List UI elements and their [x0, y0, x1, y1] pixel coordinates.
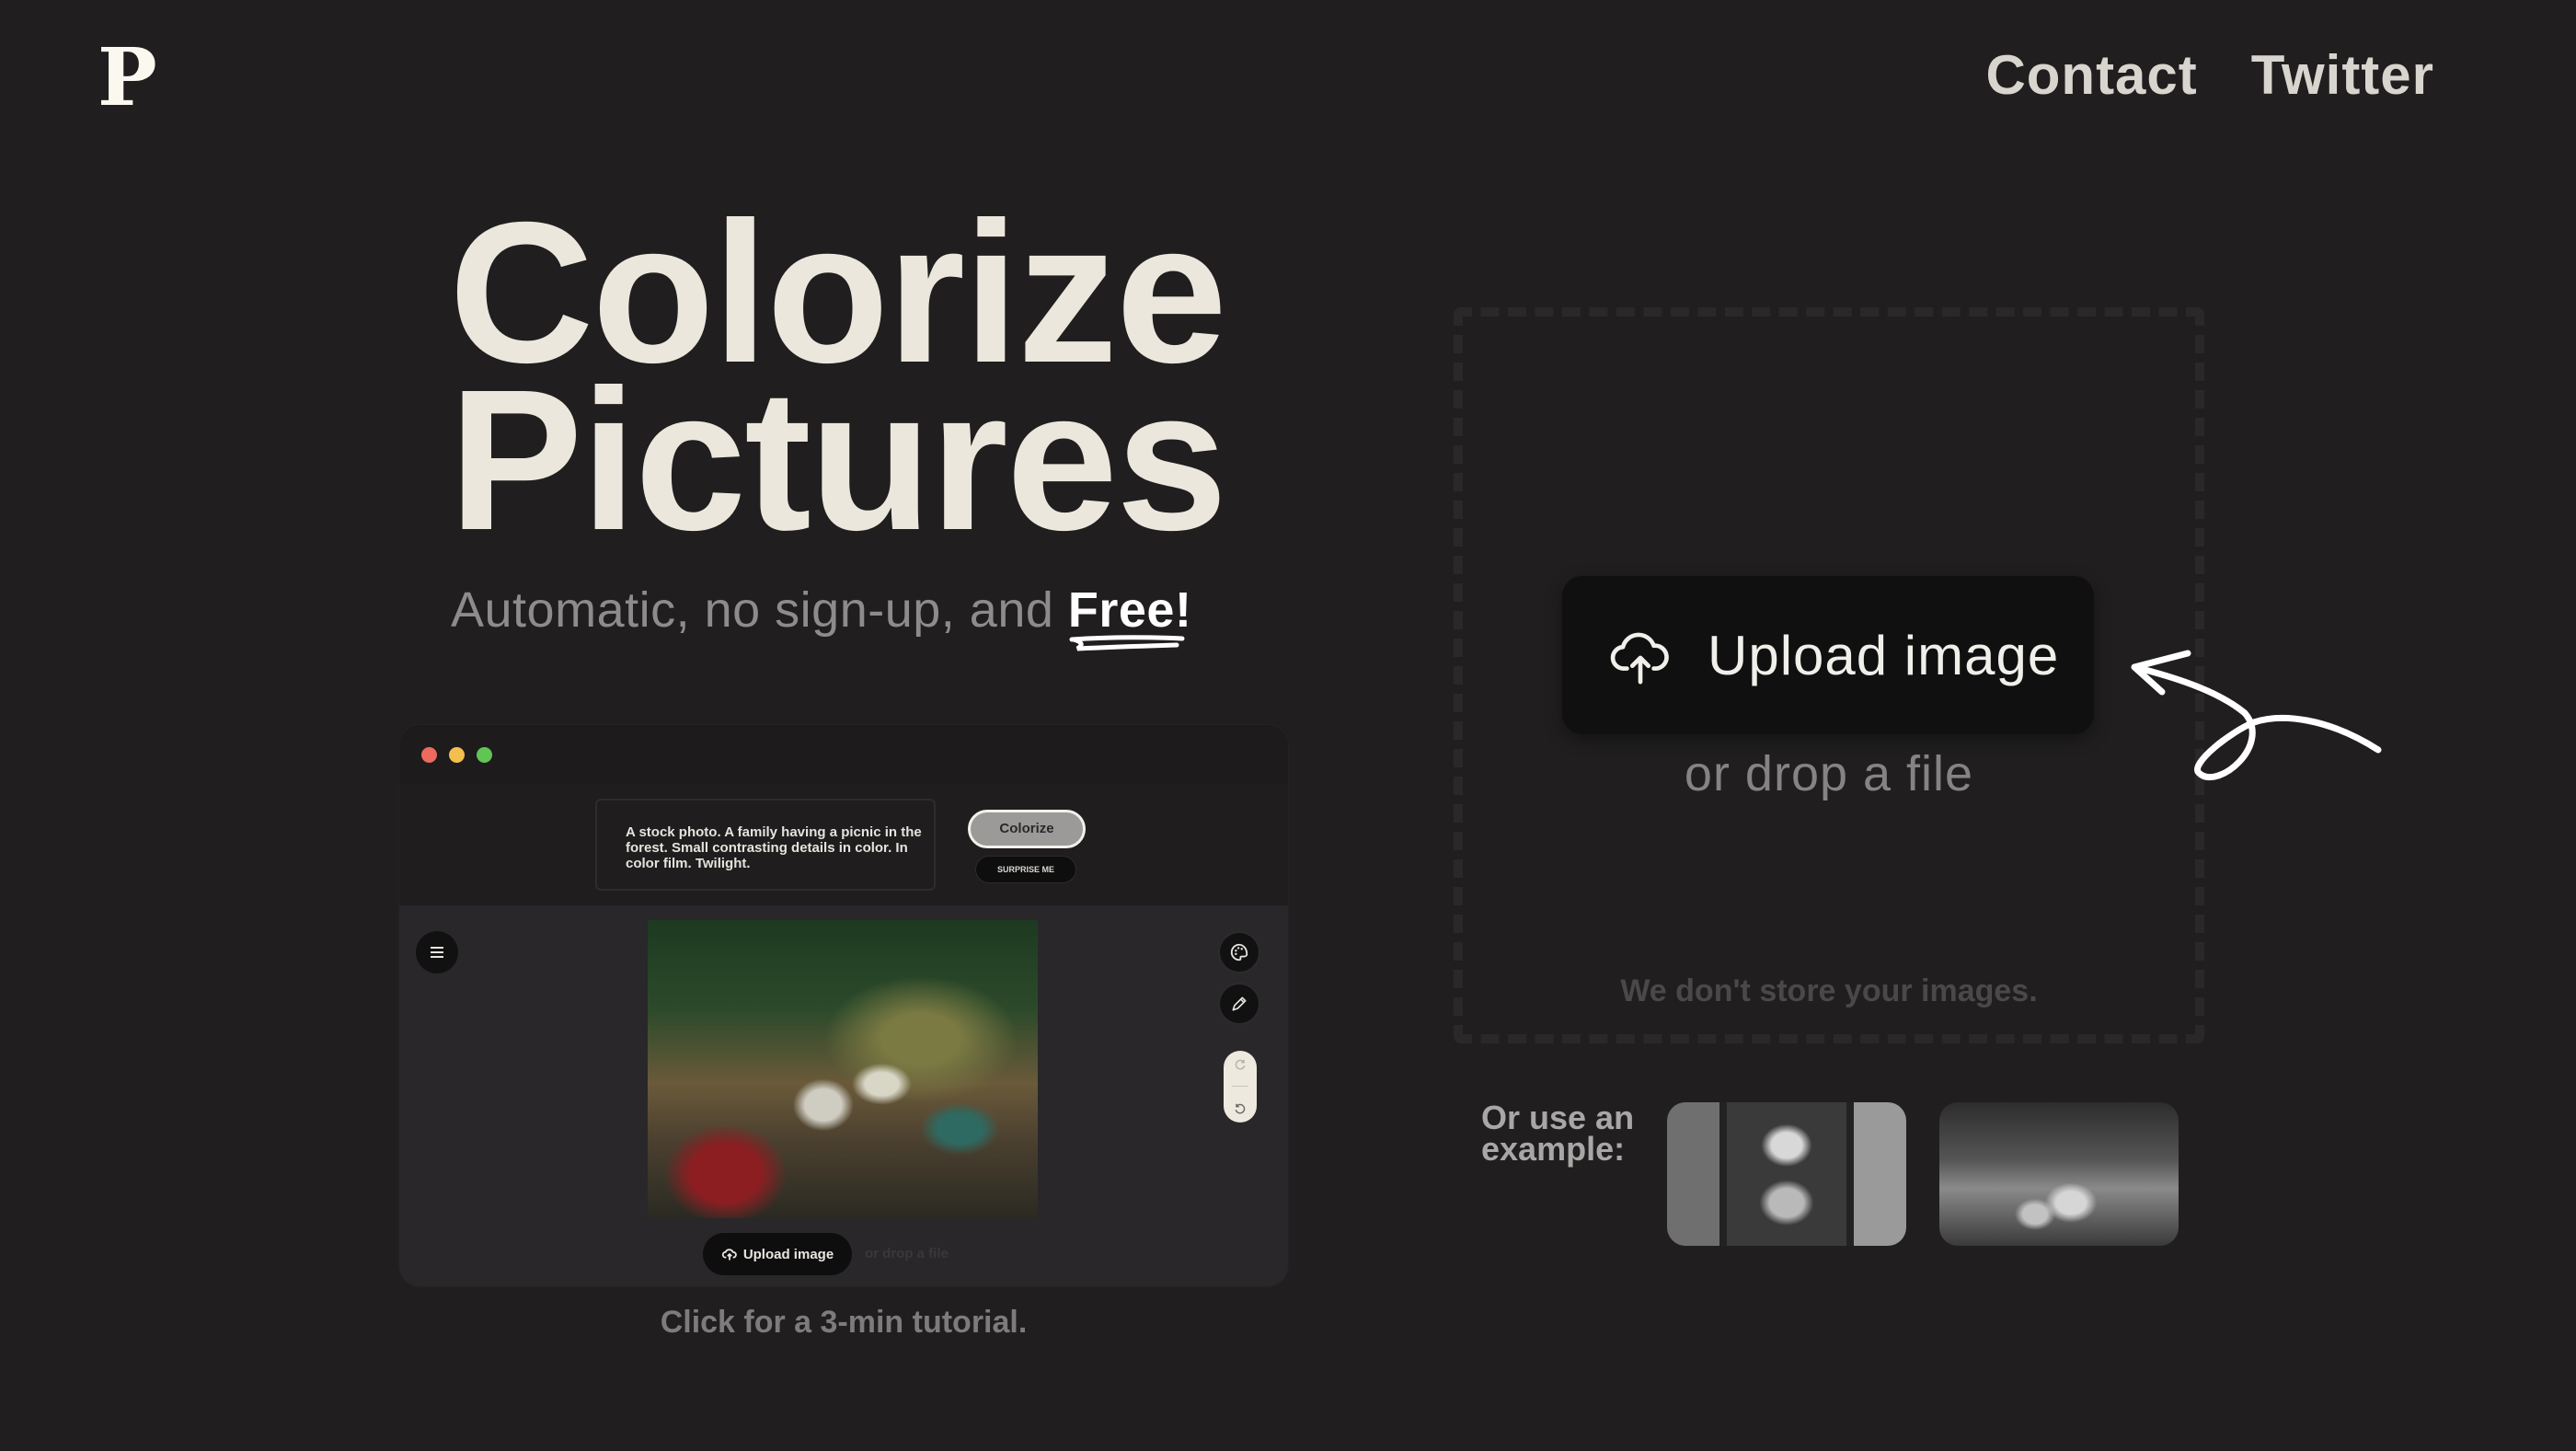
undo-icon [1235, 1103, 1246, 1114]
mock-colorize-button: Colorize [968, 810, 1086, 848]
underline-scribble-icon [1069, 635, 1185, 651]
upload-image-button[interactable]: Upload image [1562, 576, 2094, 734]
window-controls [421, 747, 492, 763]
examples-label: Or use an example: [1481, 1099, 1635, 1168]
window-maximize-dot [477, 747, 492, 763]
mock-surprise-me-button: SURPRISE ME [975, 856, 1076, 883]
pencil-icon [1218, 983, 1260, 1025]
cloud-upload-icon [721, 1249, 737, 1261]
hero-title-line2: Pictures [449, 349, 1227, 572]
top-nav: Contact Twitter [1985, 48, 2434, 103]
privacy-note: We don't store your images. [1620, 973, 2038, 1008]
hand-drawn-arrow-icon [2131, 650, 2382, 781]
divider [1232, 1086, 1248, 1088]
drop-file-text: or drop a file [1684, 746, 1974, 801]
window-close-dot [421, 747, 437, 763]
palette-icon [1218, 931, 1260, 973]
undo-redo-group [1224, 1051, 1257, 1123]
mock-canvas-area: Upload image or drop a file [399, 905, 1288, 1286]
logo[interactable]: P [98, 39, 157, 118]
example-family-picnic-thumbnail[interactable] [1939, 1102, 2179, 1246]
subtitle-free-emphasis: Free! [1067, 582, 1192, 651]
example-portrait-thumbnail[interactable] [1667, 1102, 1906, 1246]
mock-upload-button: Upload image [703, 1233, 852, 1275]
mock-upload-label: Upload image [742, 1246, 834, 1262]
mock-drop-text: or drop a file [865, 1246, 949, 1261]
mock-prompt-textbox: A stock photo. A family having a picnic … [595, 799, 936, 891]
tutorial-caption-link[interactable]: Click for a 3-min tutorial. [399, 1305, 1288, 1341]
window-minimize-dot [449, 747, 465, 763]
mock-colorized-photo [648, 920, 1038, 1218]
cloud-upload-icon [1610, 632, 1669, 685]
nav-contact-link[interactable]: Contact [1985, 48, 2197, 103]
redo-icon [1235, 1059, 1246, 1070]
subtitle-text: Automatic, no sign-up, and [451, 582, 1068, 638]
tutorial-video-preview[interactable]: A stock photo. A family having a picnic … [399, 725, 1288, 1286]
hamburger-menu-icon [416, 931, 458, 973]
upload-image-label: Upload image [1708, 624, 2060, 686]
nav-twitter-link[interactable]: Twitter [2251, 48, 2434, 103]
hero-subtitle: Automatic, no sign-up, and Free! [451, 582, 1192, 651]
hero-title: Colorize Pictures [449, 193, 1227, 572]
free-text: Free! [1067, 582, 1192, 638]
